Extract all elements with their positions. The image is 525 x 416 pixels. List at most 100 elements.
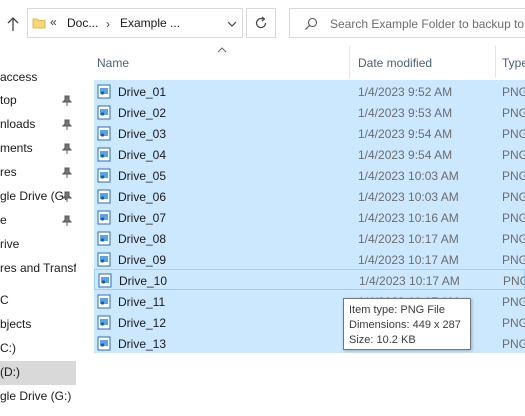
column-header-date[interactable]: Date modified xyxy=(358,56,432,70)
nav-item[interactable]: rive xyxy=(0,233,76,257)
up-button[interactable] xyxy=(2,12,24,36)
nav-item-label: top xyxy=(0,93,17,107)
file-row[interactable]: Drive_09 1/4/2023 10:17 AM PNG xyxy=(94,248,525,269)
nav-item-label: res and Transfe xyxy=(0,261,76,275)
nav-item[interactable]: nloads xyxy=(0,113,76,137)
file-row[interactable]: Drive_01 1/4/2023 9:52 AM PNG xyxy=(94,80,525,101)
file-type: PNG xyxy=(502,148,525,162)
file-name: Drive_04 xyxy=(118,148,167,162)
file-type: PNG xyxy=(502,190,525,204)
refresh-button[interactable] xyxy=(246,8,276,38)
file-name: Drive_05 xyxy=(118,169,167,183)
refresh-icon xyxy=(255,16,267,29)
nav-item-label: rive xyxy=(0,237,20,251)
nav-item[interactable]: access xyxy=(0,66,76,90)
tooltip-dimensions: Dimensions: 449 x 287 xyxy=(349,319,461,331)
nav-item-label: access xyxy=(0,70,38,84)
pin-icon[interactable] xyxy=(62,119,72,131)
file-type: PNG xyxy=(502,169,525,183)
file-name: Drive_11 xyxy=(118,295,166,309)
file-type: PNG xyxy=(502,106,525,120)
file-name: Drive_02 xyxy=(118,106,167,120)
nav-item-label: (D:) xyxy=(0,365,20,379)
nav-item-label: C:) xyxy=(0,341,16,355)
breadcrumb-overflow[interactable]: « xyxy=(50,15,57,29)
pin-icon[interactable] xyxy=(62,215,72,227)
breadcrumb-item-example[interactable]: Example ... xyxy=(120,16,180,30)
nav-item[interactable]: ments xyxy=(0,137,76,161)
file-row[interactable]: Drive_06 1/4/2023 10:03 AM PNG xyxy=(94,185,525,206)
file-type: PNG xyxy=(502,295,525,309)
pin-icon[interactable] xyxy=(62,95,72,107)
nav-item-label: nloads xyxy=(0,117,36,131)
file-date-modified: 1/4/2023 10:03 AM xyxy=(358,169,459,183)
nav-item-label: e xyxy=(0,213,7,227)
file-type: PNG xyxy=(502,337,525,351)
nav-item[interactable]: res xyxy=(0,161,76,185)
file-date-modified: 1/4/2023 9:52 AM xyxy=(358,85,453,99)
png-file-icon xyxy=(97,189,111,204)
nav-item[interactable]: C xyxy=(0,289,76,313)
file-date-modified: 1/4/2023 10:17 AM xyxy=(358,253,459,267)
breadcrumb-item-documents[interactable]: Doc... xyxy=(67,16,98,30)
file-date-modified: 1/4/2023 10:03 AM xyxy=(358,190,459,204)
file-list: Name Date modified Type Drive_01 1/4/2023… xyxy=(77,46,525,416)
file-date-modified: 1/4/2023 9:53 AM xyxy=(358,106,453,120)
file-row[interactable]: Drive_04 1/4/2023 9:54 AM PNG xyxy=(94,143,525,164)
nav-item-label: C xyxy=(0,293,9,307)
nav-item[interactable]: bjects xyxy=(0,313,76,337)
column-header-row: Name Date modified Type xyxy=(77,46,525,78)
address-bar[interactable]: « Doc... › Example ... xyxy=(27,8,243,38)
file-row[interactable]: Drive_03 1/4/2023 9:54 AM PNG xyxy=(94,122,525,143)
nav-item-label: bjects xyxy=(0,317,32,331)
nav-item[interactable]: gle Drive (G:) xyxy=(0,385,76,409)
file-date-modified: 1/4/2023 10:16 AM xyxy=(358,211,459,225)
file-type: PNG xyxy=(502,85,525,99)
search-input[interactable]: Search Example Folder to backup to D xyxy=(330,17,525,31)
pin-icon[interactable] xyxy=(62,191,72,203)
file-row[interactable]: Drive_07 1/4/2023 10:16 AM PNG xyxy=(94,206,525,227)
png-file-icon xyxy=(98,273,112,288)
nav-item-label: ments xyxy=(0,141,33,155)
file-name: Drive_10 xyxy=(119,274,168,288)
png-file-icon xyxy=(97,294,111,309)
pin-icon[interactable] xyxy=(62,167,72,179)
file-type: PNG xyxy=(502,316,525,330)
nav-item[interactable]: (D:) xyxy=(0,361,76,385)
nav-item[interactable]: res and Transfe xyxy=(0,257,76,281)
nav-item[interactable]: e xyxy=(0,209,76,233)
file-type: PNG xyxy=(502,211,525,225)
file-row[interactable]: Drive_05 1/4/2023 10:03 AM PNG xyxy=(94,164,525,185)
file-name: Drive_01 xyxy=(118,85,167,99)
file-row[interactable]: Drive_08 1/4/2023 10:17 AM PNG xyxy=(94,227,525,248)
column-divider[interactable] xyxy=(349,46,350,78)
chevron-down-icon[interactable] xyxy=(226,18,238,30)
png-file-icon xyxy=(97,252,111,267)
file-date-modified: 1/4/2023 9:54 AM xyxy=(358,127,453,141)
nav-item[interactable]: C:) xyxy=(0,337,76,361)
column-header-name[interactable]: Name xyxy=(97,56,129,70)
nav-item-label: gle Drive (G: xyxy=(0,189,68,203)
file-row[interactable]: Drive_10 1/4/2023 10:17 AM PNG xyxy=(94,269,525,290)
breadcrumb-separator[interactable]: › xyxy=(106,17,110,31)
file-type: PNG xyxy=(503,274,525,288)
png-file-icon xyxy=(97,105,111,120)
file-type: PNG xyxy=(502,253,525,267)
file-row[interactable]: Drive_02 1/4/2023 9:53 AM PNG xyxy=(94,101,525,122)
tooltip-size: Size: 10.2 KB xyxy=(349,334,416,346)
nav-item-label: gle Drive (G:) xyxy=(0,389,72,403)
tooltip-item-type: Item type: PNG File xyxy=(349,304,445,316)
file-name: Drive_09 xyxy=(118,253,167,267)
pin-icon[interactable] xyxy=(62,143,72,155)
navigation-pane: access top nloads ments res gle Drive (G: e riv… xyxy=(0,46,76,416)
png-file-icon xyxy=(97,84,111,99)
file-name: Drive_06 xyxy=(118,190,167,204)
search-box[interactable]: Search Example Folder to backup to D xyxy=(289,8,525,38)
column-header-type[interactable]: Type xyxy=(502,56,525,70)
file-type: PNG xyxy=(502,232,525,246)
png-file-icon xyxy=(97,168,111,183)
file-name: Drive_03 xyxy=(118,127,167,141)
column-divider[interactable] xyxy=(495,46,496,78)
nav-item[interactable]: top xyxy=(0,89,76,113)
nav-item[interactable]: gle Drive (G: xyxy=(0,185,76,209)
